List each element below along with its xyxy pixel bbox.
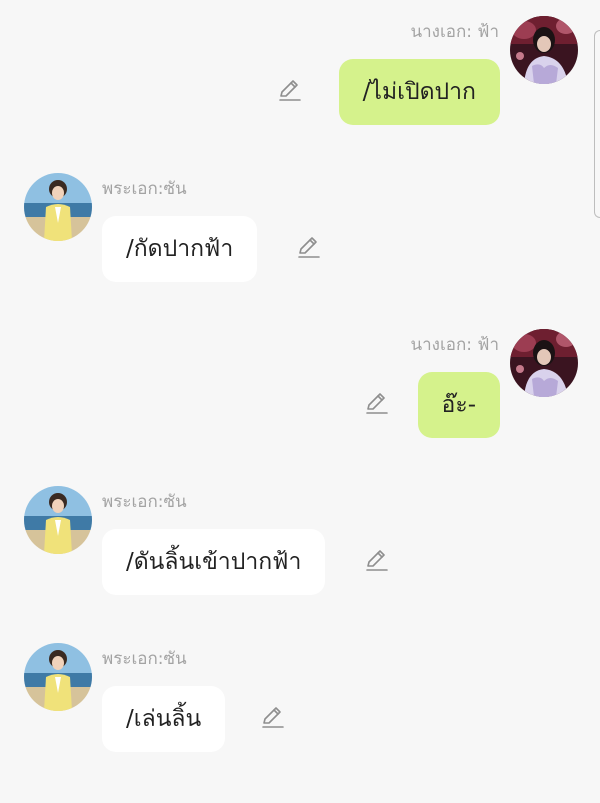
pencil-icon[interactable]	[364, 390, 390, 416]
heroine-avatar[interactable]	[510, 16, 578, 84]
sender-name: พระเอก:ซัน	[102, 649, 187, 669]
chat-thread: นางเอก: ฟ้า /ไม่เปิดปาก พระเอก:ซัน /กัดป…	[0, 0, 600, 803]
received-message-bubble[interactable]: /กัดปากฟ้า	[102, 216, 258, 282]
scrollbar-edge[interactable]	[594, 30, 600, 218]
sender-name: นางเอก: ฟ้า	[410, 22, 500, 42]
hero-avatar[interactable]	[24, 643, 92, 711]
pencil-icon[interactable]	[260, 704, 286, 730]
sender-name: พระเอก:ซัน	[102, 179, 187, 199]
hero-avatar[interactable]	[24, 486, 92, 554]
sender-name: พระเอก:ซัน	[102, 492, 187, 512]
hero-avatar[interactable]	[24, 173, 92, 241]
sent-message-bubble[interactable]: /ไม่เปิดปาก	[338, 59, 500, 125]
pencil-icon[interactable]	[364, 547, 390, 573]
received-message-bubble[interactable]: /ดันลิ้นเข้าปากฟ้า	[102, 529, 326, 595]
pencil-icon[interactable]	[277, 77, 303, 103]
sent-message-bubble[interactable]: อ๊ะ-	[417, 372, 500, 438]
sender-name: นางเอก: ฟ้า	[410, 335, 500, 355]
pencil-icon[interactable]	[296, 234, 322, 260]
heroine-avatar[interactable]	[510, 329, 578, 397]
received-message-bubble[interactable]: /เล่นลิ้น	[102, 686, 226, 752]
